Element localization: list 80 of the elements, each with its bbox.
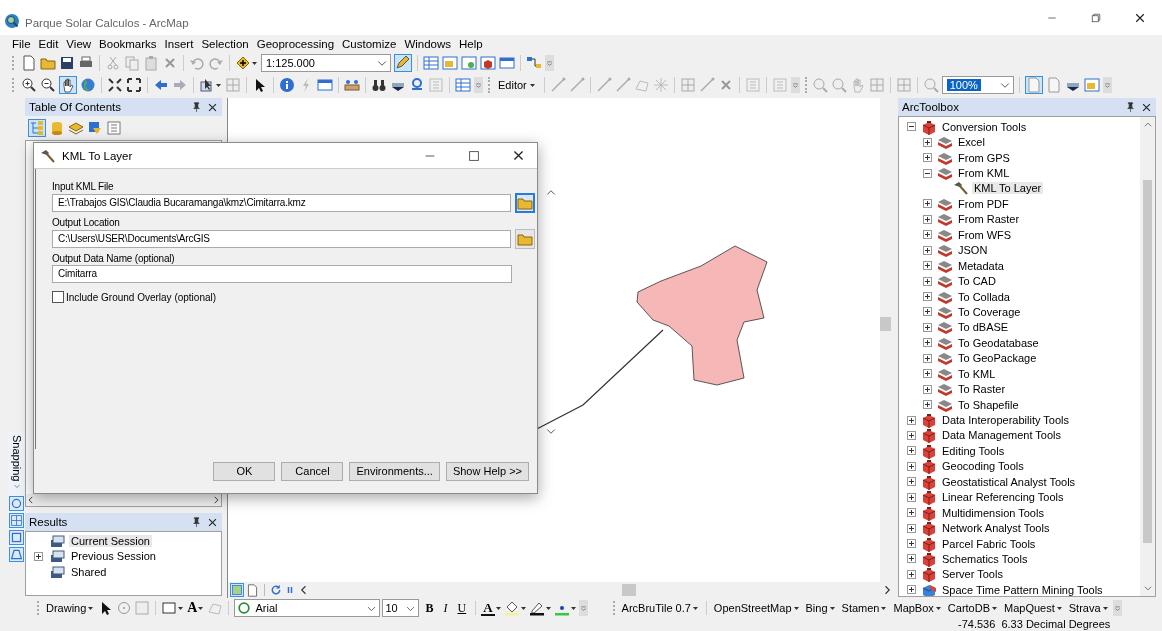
tile-source-menu[interactable]: MapQuest [1002, 602, 1065, 614]
panel-title: ArcToolbox [902, 101, 960, 113]
coordinates-text: -74.536 6.33 Decimal Degrees [958, 618, 1111, 631]
tree-item[interactable]: Multidimension Tools [940, 506, 1046, 519]
tree-item[interactable]: From WFS [956, 228, 1014, 241]
menu-item[interactable]: Windows [400, 37, 456, 50]
tile-source-menu[interactable]: OpenStreetMap [711, 602, 802, 614]
tree-item[interactable]: Schematics Tools [940, 552, 1030, 565]
tree-item[interactable]: From GPS [956, 151, 1012, 164]
tree-item[interactable]: Editing Tools [940, 444, 1007, 457]
tree-item[interactable]: Parcel Fabric Tools [940, 537, 1038, 550]
tree-item[interactable]: Space Time Pattern Mining Tools [940, 583, 1105, 596]
tree-item[interactable]: To Geodatabase [956, 336, 1041, 349]
tree-item[interactable]: Network Analyst Tools [940, 522, 1052, 535]
drawing-menu[interactable]: Drawing [44, 602, 97, 614]
bold-button[interactable]: B [421, 600, 438, 616]
dialog-title: KML To Layer [62, 149, 134, 162]
tree-item[interactable]: To dBASE [956, 321, 1011, 334]
menu-item[interactable]: Selection [197, 37, 253, 50]
window-title: Parque Solar Calculos - ArcMap [25, 17, 190, 29]
tile-source-menu[interactable]: Stamen [839, 602, 890, 614]
tree-item[interactable]: Metadata [956, 259, 1006, 272]
field-label: Output Location [52, 217, 121, 229]
tree-item[interactable]: Server Tools [940, 568, 1005, 581]
font-field[interactable]: Arial [234, 599, 381, 617]
tree-item[interactable]: Geocoding Tools [940, 460, 1026, 473]
text-field[interactable]: Cimitarra [52, 265, 512, 283]
tree-item[interactable]: To GeoPackage [956, 352, 1039, 365]
tree-item[interactable]: Data Interoperability Tools [940, 414, 1071, 427]
panel-title: Results [29, 516, 69, 528]
tree-item[interactable]: From PDF [956, 197, 1011, 210]
text-tool-dropdown[interactable]: A [186, 600, 206, 616]
text-field[interactable]: E:\Trabajos GIS\Claudia Bucaramanga\kmz\Cimitarra.kmz [52, 194, 511, 212]
tile-source-menu[interactable]: CartoDB [945, 602, 1000, 614]
font-color-dropdown[interactable]: A [481, 600, 502, 616]
dialog-button[interactable]: Show Help >> [445, 461, 529, 481]
tree-item[interactable]: To KML [956, 367, 998, 380]
tile-source-menu[interactable]: ArcBruTile 0.7 [619, 602, 701, 614]
tile-source-menu[interactable]: Bing [803, 602, 838, 614]
menu-item[interactable]: Bookmarks [95, 37, 161, 50]
tile-source-menu[interactable]: MapBox [891, 602, 944, 614]
session-item[interactable]: Previous Session [69, 550, 158, 563]
tree-item[interactable]: From Raster [956, 213, 1022, 226]
menu-item[interactable]: Edit [34, 37, 63, 50]
menu-item[interactable]: View [62, 37, 96, 50]
menu-item[interactable]: File [8, 37, 35, 50]
tile-source-menu[interactable]: Strava [1066, 602, 1111, 614]
tree-item[interactable]: JSON [956, 244, 990, 257]
tree-item[interactable]: To CAD [956, 275, 998, 288]
tree-item[interactable]: Linear Referencing Tools [940, 491, 1066, 504]
dialog-button[interactable]: Cancel [281, 461, 344, 481]
field-label: Output Data Name (optional) [52, 253, 176, 265]
checkbox-label: Include Ground Overlay (optional) [66, 291, 217, 303]
menu-item[interactable]: Geoprocessing [252, 37, 339, 50]
tree-item[interactable]: From KML [956, 167, 1012, 180]
tree-item[interactable]: To Coverage [956, 305, 1023, 318]
tree-item[interactable]: Geostatistical Analyst Tools [940, 475, 1078, 488]
dialog-button[interactable]: Environments... [349, 461, 440, 481]
field-label: Input KML File [52, 181, 115, 193]
tree-item[interactable]: To Collada [956, 290, 1012, 303]
menu-item[interactable]: Insert [160, 37, 198, 50]
tree-item[interactable]: KML To Layer [972, 182, 1044, 195]
zoom-field[interactable]: 100% [941, 76, 1014, 94]
session-item[interactable]: Shared [69, 565, 109, 578]
font-size-field[interactable]: 10 [382, 599, 420, 617]
session-item[interactable]: Current Session [69, 534, 152, 547]
scale-field[interactable]: 1:125.000 [261, 54, 391, 72]
panel-title: Table Of Contents [29, 101, 123, 113]
italic-button[interactable]: I [439, 600, 452, 616]
editor-menu[interactable]: Editor [495, 79, 539, 91]
menu-item[interactable]: Help [455, 37, 487, 50]
tree-item[interactable]: To Raster [956, 383, 1008, 396]
dialog-button[interactable]: OK [213, 461, 276, 481]
text-field[interactable]: C:\Users\USER\Documents\ArcGIS [52, 230, 511, 248]
menu-item[interactable]: Customize [338, 37, 401, 50]
underline-button[interactable]: U [453, 600, 471, 616]
tree-item[interactable]: Conversion Tools [940, 120, 1029, 133]
tree-item[interactable]: Excel [956, 136, 987, 149]
tree-item[interactable]: To Shapefile [956, 398, 1021, 411]
tree-item[interactable]: Data Management Tools [940, 429, 1064, 442]
